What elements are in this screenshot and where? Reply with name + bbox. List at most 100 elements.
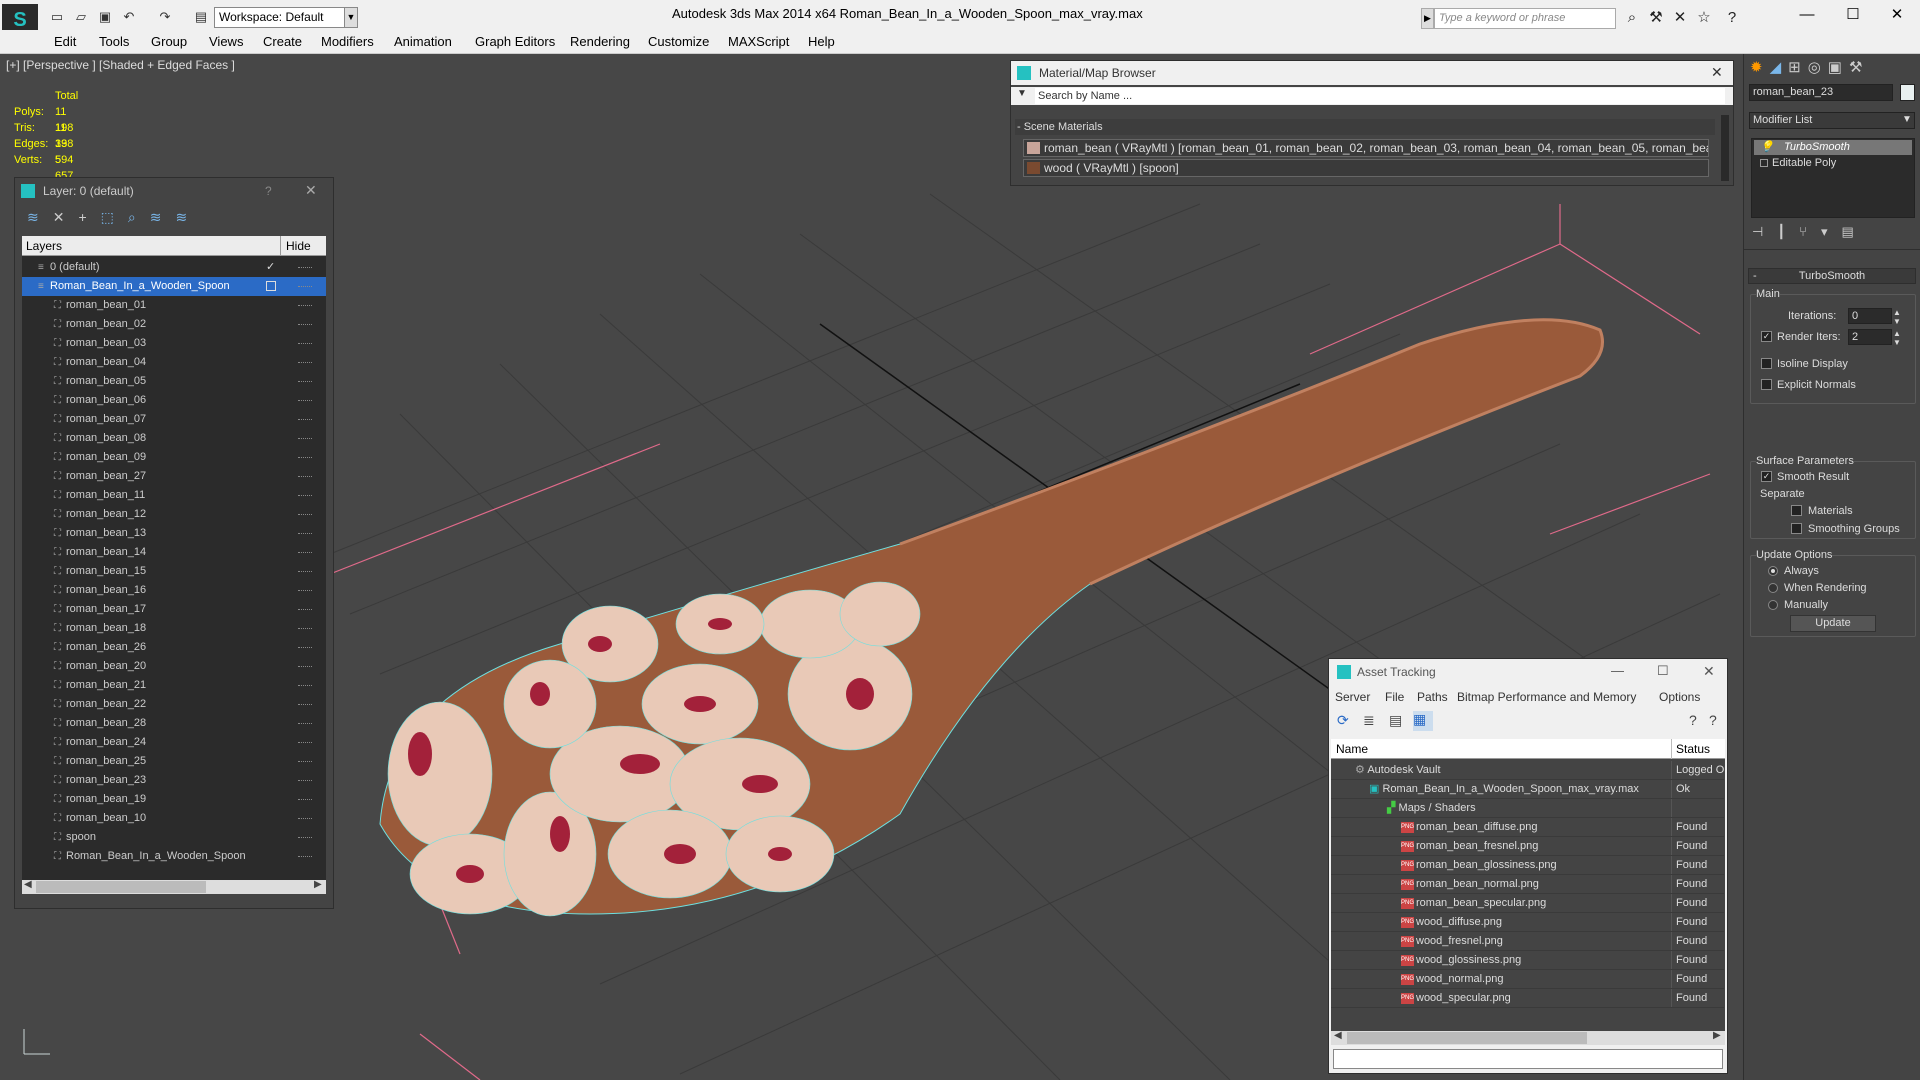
asset-row-map[interactable]: PNG wood_diffuse.png Found: [1331, 913, 1724, 932]
layer-row-object[interactable]: ⛶ roman_bean_21: [22, 676, 326, 695]
asset-row-map[interactable]: PNG roman_bean_normal.png Found: [1331, 875, 1724, 894]
close-icon[interactable]: ✕: [1874, 0, 1920, 30]
asset-menu-options[interactable]: Options: [1659, 690, 1700, 704]
remove-modifier-icon[interactable]: ▾: [1821, 224, 1842, 239]
pin-stack-icon[interactable]: ⊣: [1752, 224, 1777, 239]
modifier-list-dropdown[interactable]: Modifier List: [1749, 112, 1915, 129]
create-layer-icon[interactable]: ≋: [27, 209, 53, 225]
communication-icon[interactable]: ✕: [1670, 8, 1690, 28]
asset-scroll-right-icon[interactable]: ▶: [1713, 1030, 1721, 1041]
layer-row-object[interactable]: ⛶ roman_bean_25: [22, 752, 326, 771]
menu-edit[interactable]: Edit: [54, 34, 76, 49]
asset-menu-server[interactable]: Server: [1335, 690, 1370, 704]
menu-graph-editors[interactable]: Graph Editors: [475, 34, 555, 49]
hide-toggle[interactable]: [298, 666, 312, 667]
layer-row-object[interactable]: ⛶ roman_bean_26: [22, 638, 326, 657]
iterations-spinner[interactable]: 0: [1848, 308, 1892, 324]
scroll-right-icon[interactable]: ▶: [314, 879, 322, 890]
hide-toggle[interactable]: [298, 495, 312, 496]
layer-scroll-thumb[interactable]: [36, 881, 206, 893]
layer-row-object[interactable]: ⛶ roman_bean_22: [22, 695, 326, 714]
favorites-star-icon[interactable]: ☆: [1694, 8, 1714, 28]
asset-table[interactable]: Name Status ⚙ Autodesk Vault Logged O ▣ R…: [1331, 739, 1725, 1039]
layer-row-object[interactable]: ⛶ roman_bean_14: [22, 543, 326, 562]
asset-row-map[interactable]: PNG wood_fresnel.png Found: [1331, 932, 1724, 951]
asset-menu-paths[interactable]: Paths: [1417, 690, 1448, 704]
viewport-label[interactable]: [+] [Perspective ] [Shaded + Edged Faces…: [6, 58, 235, 72]
utilities-tab-icon[interactable]: ⚒: [1849, 59, 1869, 76]
detail-view-icon[interactable]: ▤: [1389, 712, 1402, 729]
table-view-icon[interactable]: ▦: [1413, 711, 1433, 731]
smoothing-groups-checkbox[interactable]: [1791, 523, 1802, 534]
material-options-icon[interactable]: ▼: [1017, 88, 1027, 99]
menu-group[interactable]: Group: [151, 34, 187, 49]
layer-row-object[interactable]: ⛶ roman_bean_27: [22, 467, 326, 486]
modify-tab-icon[interactable]: ◢: [1770, 59, 1789, 76]
layer-row-object[interactable]: ⛶ roman_bean_20: [22, 657, 326, 676]
asset-close-icon[interactable]: ✕: [1703, 663, 1715, 680]
layer-row-object[interactable]: ⛶ roman_bean_03: [22, 334, 326, 353]
material-vscrollbar[interactable]: [1721, 115, 1729, 181]
help-question-icon[interactable]: ?: [1689, 712, 1697, 728]
hide-toggle[interactable]: [298, 362, 312, 363]
select-objects-icon[interactable]: ⬚: [101, 209, 128, 225]
hide-toggle[interactable]: [298, 343, 312, 344]
hide-toggle[interactable]: [298, 400, 312, 401]
layer-row-object[interactable]: ⛶ roman_bean_16: [22, 581, 326, 600]
manually-radio[interactable]: [1768, 600, 1778, 610]
set-current-layer-icon[interactable]: [266, 281, 276, 291]
save-icon[interactable]: ▣: [96, 8, 114, 26]
layer-row-object[interactable]: ⛶ roman_bean_19: [22, 790, 326, 809]
minimize-icon[interactable]: —: [1784, 0, 1830, 30]
hide-toggle[interactable]: [298, 761, 312, 762]
current-layer-check-icon[interactable]: ✓: [266, 258, 275, 277]
scene-materials-header[interactable]: - Scene Materials: [1015, 119, 1715, 135]
layer-row-object[interactable]: ⛶ roman_bean_01: [22, 296, 326, 315]
menu-animation[interactable]: Animation: [394, 34, 452, 49]
maximize-icon[interactable]: ☐: [1830, 0, 1876, 30]
project-folder-icon[interactable]: ▤: [192, 8, 210, 26]
binoculars-icon[interactable]: ⌕: [1622, 8, 1642, 28]
menu-tools[interactable]: Tools: [99, 34, 129, 49]
hide-toggle[interactable]: [298, 267, 312, 268]
hide-all-icon[interactable]: ≋: [150, 209, 176, 225]
layer-row-object[interactable]: ⛶ roman_bean_15: [22, 562, 326, 581]
freeze-all-icon[interactable]: ≋: [175, 209, 201, 225]
hide-toggle[interactable]: [298, 419, 312, 420]
stack-item-editable-poly[interactable]: Editable Poly: [1754, 156, 1912, 171]
menu-help[interactable]: Help: [808, 34, 835, 49]
add-to-layer-icon[interactable]: +: [78, 209, 100, 225]
rollout-collapse-icon[interactable]: -: [1753, 269, 1757, 283]
asset-row-file[interactable]: ▣ Roman_Bean_In_a_Wooden_Spoon_max_vray.…: [1331, 780, 1724, 799]
hide-toggle[interactable]: [298, 628, 312, 629]
redo-icon[interactable]: ↷: [156, 8, 174, 26]
asset-scroll-thumb[interactable]: [1347, 1032, 1587, 1044]
menu-modifiers[interactable]: Modifiers: [321, 34, 374, 49]
asset-row-map[interactable]: PNG roman_bean_specular.png Found: [1331, 894, 1724, 913]
layer-row-object[interactable]: ⛶ roman_bean_23: [22, 771, 326, 790]
menu-rendering[interactable]: Rendering: [570, 34, 630, 49]
hide-toggle[interactable]: [298, 381, 312, 382]
undo-icon[interactable]: ↶: [120, 8, 138, 26]
hide-toggle[interactable]: [298, 533, 312, 534]
material-item-wood[interactable]: wood ( VRayMtl ) [spoon]: [1023, 159, 1709, 177]
search-expand-icon[interactable]: ▶: [1421, 8, 1434, 29]
asset-maximize-icon[interactable]: ☐: [1657, 663, 1669, 679]
hide-toggle[interactable]: [298, 837, 312, 838]
help-icon[interactable]: ?: [1722, 8, 1742, 28]
hide-toggle[interactable]: [298, 514, 312, 515]
layer-row-object[interactable]: ⛶ roman_bean_18: [22, 619, 326, 638]
layer-close-icon[interactable]: ✕: [305, 182, 317, 199]
search-input[interactable]: Type a keyword or phrase: [1434, 8, 1616, 29]
asset-menu-file[interactable]: File: [1385, 690, 1404, 704]
layer-row-object[interactable]: ⛶ roman_bean_11: [22, 486, 326, 505]
render-iters-checkbox[interactable]: ✓: [1761, 331, 1772, 342]
layer-row-object[interactable]: ⛶ roman_bean_09: [22, 448, 326, 467]
hide-toggle[interactable]: [298, 799, 312, 800]
when-rendering-radio[interactable]: [1768, 583, 1778, 593]
asset-scroll-left-icon[interactable]: ◀: [1334, 1030, 1342, 1041]
menu-create[interactable]: Create: [263, 34, 302, 49]
hide-toggle[interactable]: [298, 856, 312, 857]
highlight-layer-icon[interactable]: ⌕: [128, 209, 150, 225]
layer-row-object[interactable]: ⛶ roman_bean_07: [22, 410, 326, 429]
